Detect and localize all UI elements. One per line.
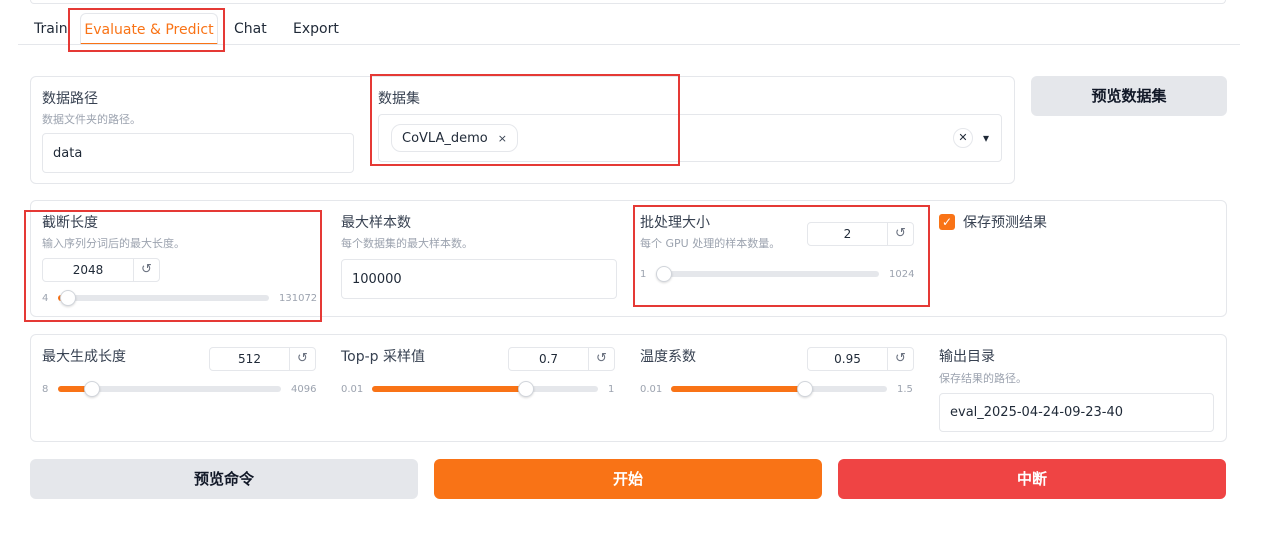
max-new-tokens-slider-thumb[interactable] bbox=[84, 381, 100, 397]
top-p-slider-thumb[interactable] bbox=[518, 381, 534, 397]
max-samples-info: 每个数据集的最大样本数。 bbox=[341, 237, 473, 250]
cutoff-len-max: 131072 bbox=[279, 293, 318, 304]
output-dir-input[interactable]: eval_2025-04-24-09-23-40 bbox=[939, 393, 1214, 432]
max-new-tokens-max: 4096 bbox=[291, 384, 317, 395]
temperature-number[interactable]: 0.95 ↺ bbox=[807, 347, 914, 371]
temperature-min: 0.01 bbox=[640, 384, 663, 395]
reset-icon[interactable]: ↺ bbox=[133, 259, 159, 281]
batch-size-slider[interactable] bbox=[656, 266, 879, 282]
data-dir-info: 数据文件夹的路径。 bbox=[42, 113, 141, 126]
cutoff-len-min: 4 bbox=[42, 293, 49, 304]
temperature-max: 1.5 bbox=[897, 384, 913, 395]
tab-chat[interactable]: Chat bbox=[234, 13, 267, 45]
dataset-label: 数据集 bbox=[378, 91, 420, 107]
predict-label[interactable]: 保存预测结果 bbox=[963, 212, 1047, 232]
temperature-slider[interactable] bbox=[671, 381, 887, 397]
preview-command-button[interactable]: 预览命令 bbox=[30, 459, 418, 499]
batch-size-slider-thumb[interactable] bbox=[656, 266, 672, 282]
dataset-chip-label: CoVLA_demo bbox=[402, 130, 488, 146]
cutoff-len-slider-thumb[interactable] bbox=[60, 290, 76, 306]
dataset-select[interactable]: CoVLA_demo × ✕ ▾ bbox=[378, 114, 1002, 162]
top-panel-edge bbox=[30, 0, 1226, 4]
max-new-tokens-number[interactable]: 512 ↺ bbox=[209, 347, 316, 371]
reset-icon[interactable]: ↺ bbox=[289, 348, 315, 370]
top-p-max: 1 bbox=[608, 384, 615, 395]
data-dir-input[interactable]: data bbox=[42, 133, 354, 173]
temperature-label: 温度系数 bbox=[640, 349, 696, 365]
data-dir-label: 数据路径 bbox=[42, 91, 98, 107]
output-dir-info: 保存结果的路径。 bbox=[939, 372, 1027, 385]
max-samples-input[interactable]: 100000 bbox=[341, 259, 617, 299]
data-dir-value: data bbox=[53, 145, 83, 161]
batch-size-label: 批处理大小 bbox=[640, 215, 710, 231]
reset-icon[interactable]: ↺ bbox=[588, 348, 614, 370]
batch-size-value[interactable]: 2 bbox=[808, 223, 887, 245]
max-new-tokens-min: 8 bbox=[42, 384, 49, 395]
tab-export[interactable]: Export bbox=[293, 13, 339, 45]
top-p-number[interactable]: 0.7 ↺ bbox=[508, 347, 615, 371]
max-new-tokens-slider[interactable] bbox=[58, 381, 281, 397]
temperature-value[interactable]: 0.95 bbox=[808, 348, 887, 370]
temperature-slider-thumb[interactable] bbox=[797, 381, 813, 397]
top-p-value[interactable]: 0.7 bbox=[509, 348, 588, 370]
chevron-down-icon[interactable]: ▾ bbox=[983, 131, 989, 145]
output-dir-label: 输出目录 bbox=[939, 349, 995, 365]
preview-dataset-button[interactable]: 预览数据集 bbox=[1031, 76, 1227, 116]
reset-icon[interactable]: ↺ bbox=[887, 348, 913, 370]
batch-size-max: 1024 bbox=[889, 269, 915, 280]
top-p-min: 0.01 bbox=[341, 384, 364, 395]
abort-button[interactable]: 中断 bbox=[838, 459, 1226, 499]
tabs-divider bbox=[18, 44, 1240, 45]
tab-evaluate-predict[interactable]: Evaluate & Predict bbox=[80, 13, 218, 45]
output-dir-value: eval_2025-04-24-09-23-40 bbox=[950, 405, 1124, 420]
max-new-tokens-label: 最大生成长度 bbox=[42, 349, 126, 365]
cutoff-len-value[interactable]: 2048 bbox=[43, 259, 133, 281]
cutoff-len-label: 截断长度 bbox=[42, 215, 98, 231]
chip-remove-icon[interactable]: × bbox=[498, 132, 507, 145]
top-p-slider[interactable] bbox=[372, 381, 598, 397]
clear-icon[interactable]: ✕ bbox=[952, 128, 973, 148]
cutoff-len-number[interactable]: 2048 ↺ bbox=[42, 258, 160, 282]
batch-size-min: 1 bbox=[640, 269, 647, 280]
cutoff-len-info: 输入序列分词后的最大长度。 bbox=[42, 237, 185, 250]
max-samples-label: 最大样本数 bbox=[341, 215, 411, 231]
predict-checkbox[interactable]: ✓ bbox=[939, 214, 955, 230]
cutoff-len-slider[interactable] bbox=[58, 290, 269, 306]
tab-train[interactable]: Train bbox=[34, 13, 68, 45]
reset-icon[interactable]: ↺ bbox=[887, 223, 913, 245]
max-samples-value: 100000 bbox=[352, 271, 402, 287]
start-button[interactable]: 开始 bbox=[434, 459, 822, 499]
max-new-tokens-value[interactable]: 512 bbox=[210, 348, 289, 370]
batch-size-number[interactable]: 2 ↺ bbox=[807, 222, 914, 246]
dataset-chip: CoVLA_demo × bbox=[391, 124, 518, 152]
top-p-label: Top-p 采样值 bbox=[341, 349, 426, 365]
batch-size-info: 每个 GPU 处理的样本数量。 bbox=[640, 237, 781, 250]
